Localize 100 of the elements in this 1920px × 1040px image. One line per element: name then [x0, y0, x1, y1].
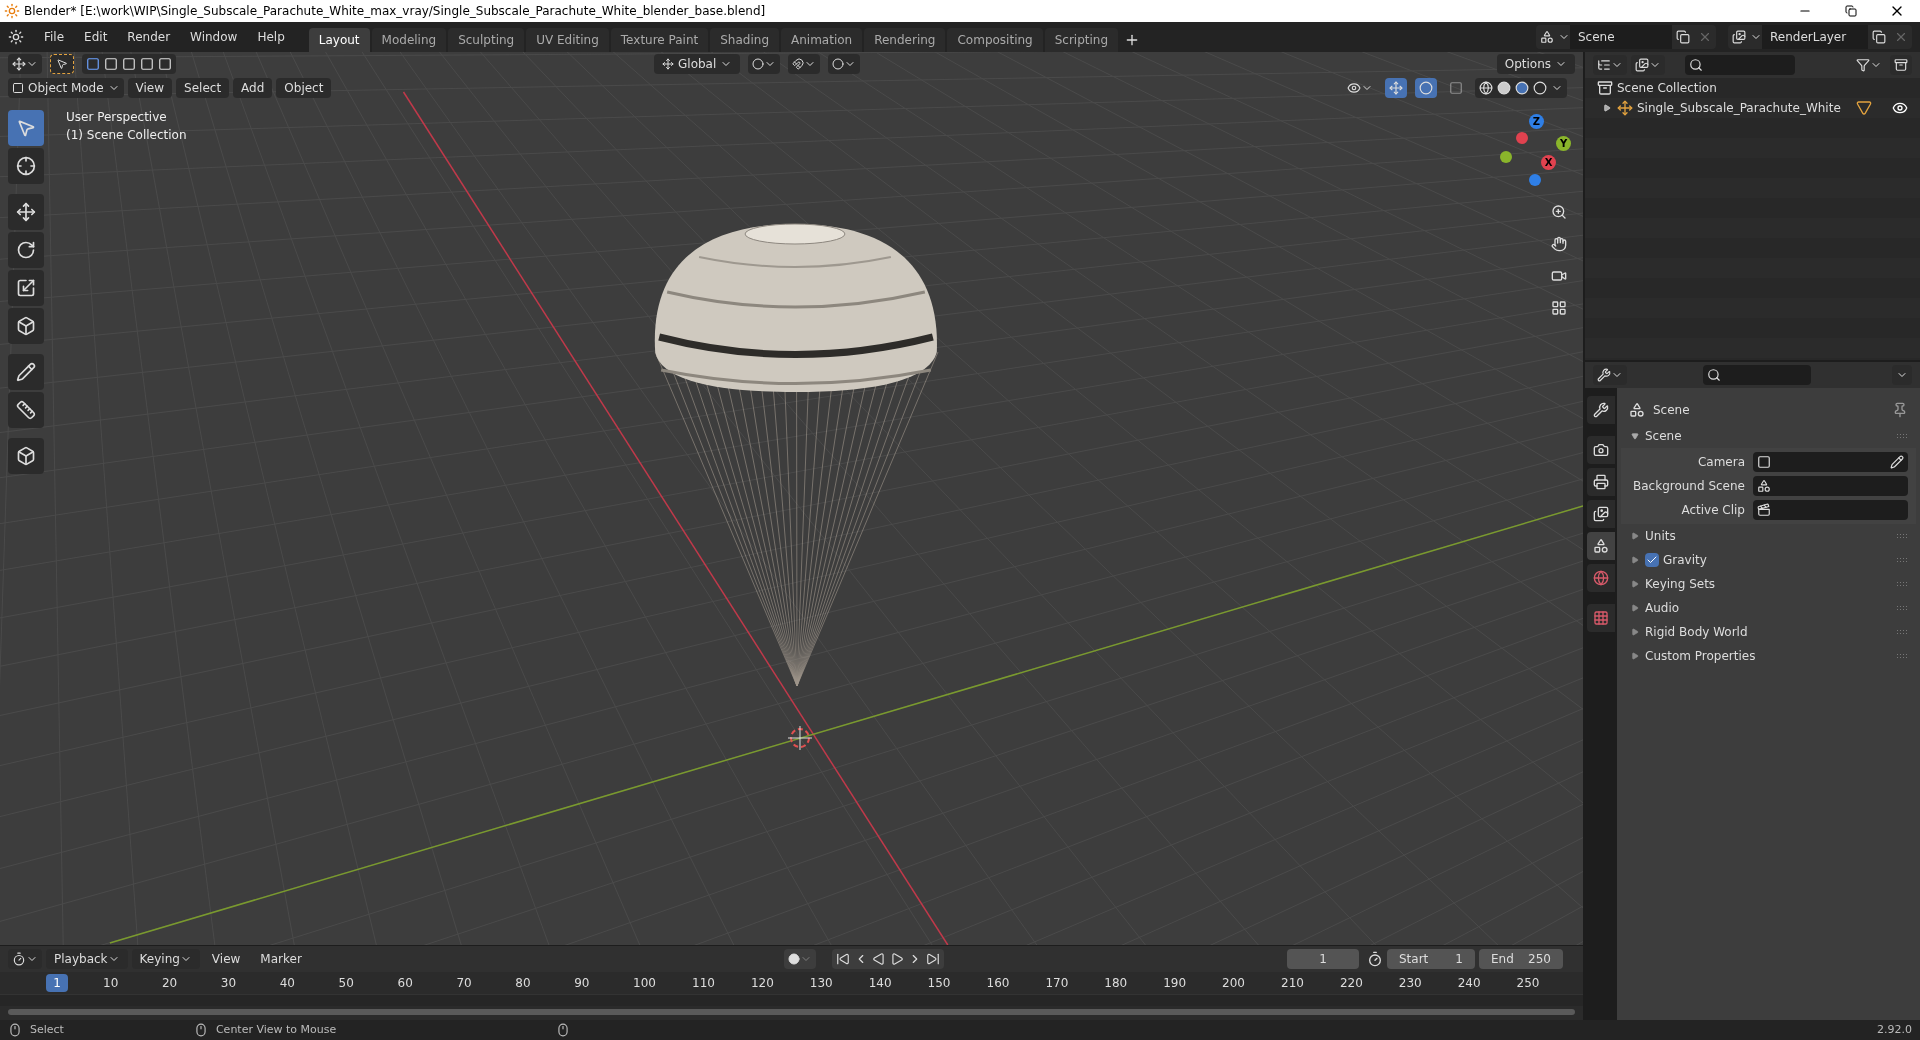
viewport-menu[interactable]: Object — [276, 78, 332, 98]
properties-search-field[interactable] — [1703, 365, 1811, 385]
mode-dropdown[interactable]: Object Mode — [8, 78, 124, 98]
panel-title[interactable]: Scene — [1645, 427, 1682, 445]
stopwatch-icon[interactable] — [1367, 951, 1383, 967]
scene-selector[interactable]: Scene — [1536, 25, 1716, 49]
tool-button[interactable] — [8, 148, 44, 184]
panel-disclosure-triangle[interactable] — [1629, 430, 1641, 442]
object-field[interactable] — [1753, 452, 1908, 472]
pivot-dropdown[interactable] — [748, 54, 781, 74]
options-dropdown[interactable] — [1892, 365, 1912, 385]
properties-tab[interactable] — [1587, 500, 1615, 528]
frame-number: 200 — [1221, 975, 1246, 992]
timeline-menu[interactable]: Keying — [131, 949, 200, 969]
workspace-tab[interactable]: Texture Paint — [610, 28, 709, 52]
pin-icon[interactable] — [1892, 402, 1908, 418]
panel-title[interactable]: Audio — [1645, 599, 1680, 617]
overlay-toggle[interactable] — [1415, 78, 1437, 98]
properties-tab[interactable] — [1587, 436, 1615, 464]
tool-button[interactable] — [8, 438, 44, 474]
workspace-tab[interactable]: Rendering — [864, 28, 946, 52]
app-logo-icon — [4, 3, 20, 19]
viewport-menu[interactable]: View — [127, 78, 173, 98]
play-icon — [1631, 628, 1639, 636]
panel-disclosure-triangle[interactable] — [1629, 530, 1641, 542]
workspace-tab[interactable]: UV Editing — [526, 28, 609, 52]
panel-title[interactable]: Gravity — [1663, 551, 1707, 569]
tool-button[interactable] — [8, 194, 44, 230]
play-icon — [1631, 652, 1639, 660]
current-frame-field[interactable]: 1 — [1287, 949, 1359, 969]
workspace-tab[interactable]: Scripting — [1044, 28, 1119, 52]
display-mode-dropdown[interactable] — [1593, 55, 1627, 75]
viewport-menu[interactable]: Select — [176, 78, 230, 98]
tool-button[interactable] — [8, 308, 44, 344]
menu-item[interactable]: Render — [119, 28, 179, 46]
app-logo-icon[interactable] — [8, 29, 24, 45]
panel-disclosure-triangle[interactable] — [1629, 602, 1641, 614]
outliner-item[interactable]: Scene Collection — [1617, 79, 1717, 97]
options-dropdown[interactable]: Options — [1496, 54, 1575, 74]
panel-title[interactable]: Units — [1645, 527, 1676, 545]
viewport-menu[interactable]: Add — [233, 78, 273, 98]
disclosure-triangle[interactable] — [1601, 102, 1613, 114]
editor-type-button[interactable] — [8, 54, 42, 74]
new-collection-button[interactable] — [1890, 55, 1912, 75]
panel-disclosure-triangle[interactable] — [1629, 650, 1641, 662]
outliner-search-field[interactable] — [1685, 55, 1795, 75]
panel-title[interactable]: Custom Properties — [1645, 647, 1756, 665]
timeline-scrollbar[interactable] — [8, 1009, 1575, 1015]
menu-item[interactable]: Edit — [76, 28, 116, 46]
end-frame-field[interactable]: End 250 — [1479, 949, 1563, 969]
playback-controls[interactable] — [831, 949, 944, 969]
visibility-toggle[interactable] — [1892, 100, 1908, 116]
workspace-tab[interactable]: Compositing — [947, 28, 1043, 52]
outliner-item[interactable]: Single_Subscale_Parachute_White — [1637, 99, 1841, 117]
menu-item[interactable]: Window — [182, 28, 246, 46]
snap-button[interactable] — [788, 54, 821, 74]
panel-title[interactable]: Rigid Body World — [1645, 623, 1748, 641]
properties-tab[interactable] — [1587, 396, 1615, 424]
select-tool-button[interactable] — [50, 54, 74, 74]
timeline-menu[interactable]: Playback — [46, 949, 128, 969]
editor-type-button[interactable] — [1593, 365, 1627, 385]
editor-type-button[interactable] — [8, 949, 42, 969]
panel-disclosure-triangle[interactable] — [1629, 554, 1641, 566]
timeline-menu[interactable]: Marker — [252, 949, 310, 969]
object-field[interactable] — [1753, 476, 1908, 496]
timeline-menu[interactable]: View — [203, 949, 249, 969]
panel-disclosure-triangle[interactable] — [1629, 578, 1641, 590]
workspace-tab[interactable]: Animation — [781, 28, 863, 52]
start-frame-field[interactable]: Start 1 — [1387, 949, 1475, 969]
tool-button[interactable] — [8, 270, 44, 306]
tool-button[interactable] — [8, 392, 44, 428]
workspace-tab[interactable]: Sculpting — [448, 28, 525, 52]
collection-icon — [1894, 58, 1908, 72]
circle-icon — [1419, 81, 1433, 95]
orientation-dropdown[interactable]: Global — [654, 54, 741, 74]
properties-tab[interactable] — [1587, 468, 1615, 496]
workspace-tab[interactable]: Shading — [710, 28, 779, 52]
checkbox[interactable] — [1645, 553, 1659, 567]
images-icon — [1732, 30, 1746, 44]
proportional-edit-button[interactable] — [828, 54, 861, 74]
selection-mode-buttons[interactable] — [82, 54, 176, 74]
tool-button[interactable] — [8, 232, 44, 268]
object-field[interactable] — [1753, 500, 1908, 520]
frame-number: 150 — [926, 975, 952, 992]
filter-mode-dropdown[interactable] — [1631, 55, 1665, 75]
gizmo-toggle[interactable] — [1385, 78, 1407, 98]
shading-mode-buttons[interactable] — [1475, 78, 1567, 98]
menu-item[interactable]: Help — [249, 28, 293, 46]
menu-item[interactable]: File — [36, 28, 73, 46]
panel-disclosure-triangle[interactable] — [1629, 626, 1641, 638]
tool-button[interactable] — [8, 354, 44, 390]
frame-number[interactable]: 1 — [46, 974, 68, 992]
panel-title[interactable]: Keying Sets — [1645, 575, 1716, 593]
workspace-tab[interactable]: Layout — [308, 28, 370, 52]
play-icon — [889, 952, 904, 966]
view-layer-selector[interactable]: RenderLayer — [1728, 25, 1912, 49]
collection-icon — [1597, 80, 1613, 96]
properties-tab[interactable] — [1587, 532, 1615, 560]
workspace-tab[interactable]: Modeling — [371, 28, 447, 52]
record-button[interactable] — [783, 949, 816, 969]
